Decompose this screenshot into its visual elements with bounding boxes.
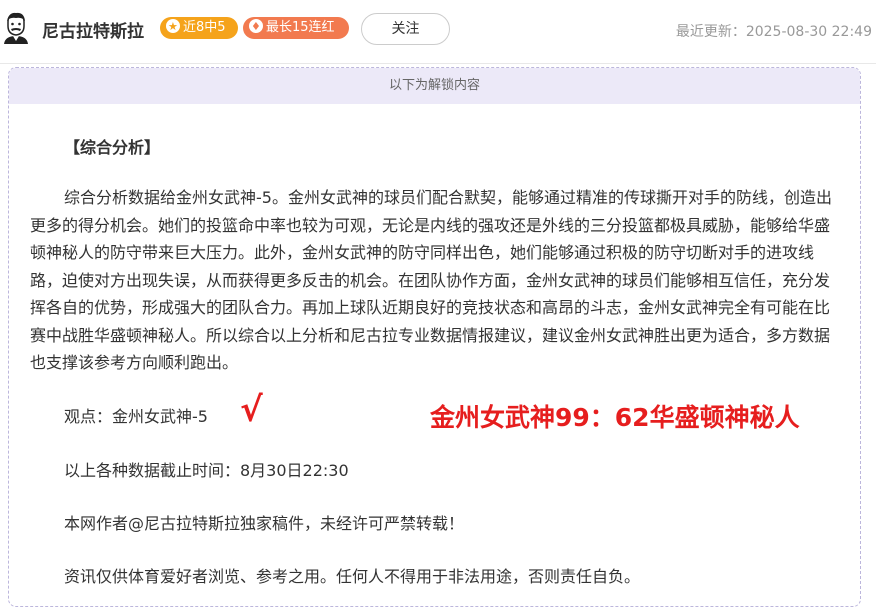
best-streak-badge-label: 最长15连红	[266, 20, 335, 35]
avatar[interactable]	[2, 12, 30, 44]
flame-icon	[249, 16, 263, 38]
streak-badge: 近8中5	[160, 16, 238, 39]
last-updated-time: 2025-08-30 22:49	[745, 24, 872, 40]
section-title: 【综合分析】	[64, 138, 161, 157]
disclaimer-text: 资讯仅供体育爱好者浏览、参考之用。任何人不得用于非法用途，否则责任自负。	[64, 567, 641, 586]
copyright-notice: 本网作者@尼古拉特斯拉独家稿件，未经许可严禁转载！	[64, 514, 465, 533]
star-icon	[166, 16, 180, 38]
unlocked-banner: 以下为解锁内容	[9, 68, 860, 104]
last-updated: 最近更新：2025-08-30 22:49	[676, 21, 872, 41]
data-deadline: 以上各种数据截止时间：8月30日22:30	[64, 461, 349, 480]
viewpoint-text: 观点：金州女武神-5	[64, 407, 208, 426]
author-name[interactable]: 尼古拉特斯拉	[42, 17, 144, 42]
avatar-portrait-icon	[4, 12, 28, 44]
best-streak-badge: 最长15连红	[243, 16, 349, 39]
analysis-paragraph: 综合分析数据给金州女武神-5。金州女武神的球员们配合默契，能够通过精准的传球撕开…	[30, 188, 832, 372]
follow-button[interactable]: 关注	[361, 13, 450, 45]
header-divider	[0, 63, 876, 64]
checkmark-icon: √	[240, 390, 263, 430]
author-header: 尼古拉特斯拉 近8中5 最长15连红 关注 最近更新：2025-08-30 22…	[0, 0, 876, 62]
last-updated-label: 最近更新：	[675, 24, 746, 40]
score-result: 金州女武神99：62华盛顿神秘人	[430, 403, 800, 432]
streak-badge-label: 近8中5	[183, 20, 226, 35]
